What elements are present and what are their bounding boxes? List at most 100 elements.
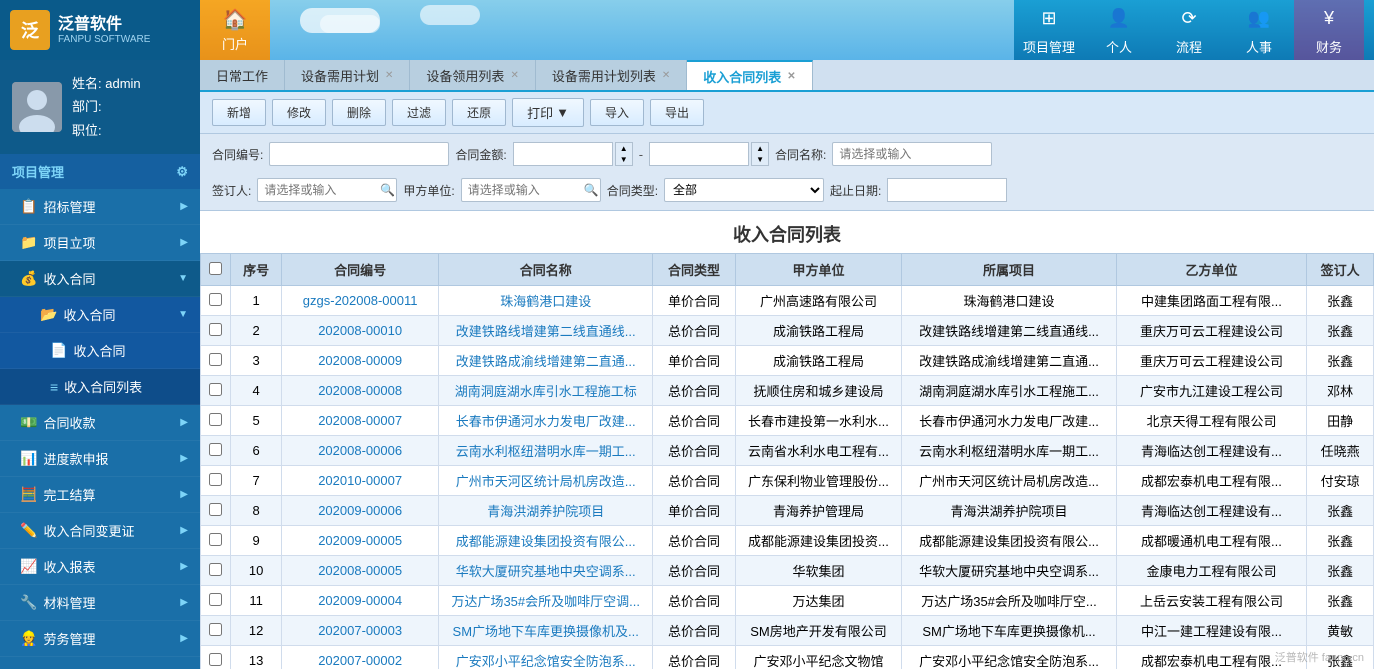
sidebar-item-income-contract-list[interactable]: ≡ 收入合同列表 xyxy=(0,369,200,405)
cell-no[interactable]: 202008-00007 xyxy=(282,406,439,436)
party-a-input[interactable] xyxy=(461,178,601,202)
settings-icon[interactable]: ⚙ xyxy=(176,164,188,180)
nav-home-button[interactable]: 🏠 门户 xyxy=(200,0,270,60)
cell-name[interactable]: 改建铁路线增建第二线直通线... xyxy=(439,316,653,346)
edit-button[interactable]: 修改 xyxy=(272,99,326,126)
sidebar-item-material-mgmt[interactable]: 🔧 材料管理 ▶ xyxy=(0,585,200,621)
tab-daily[interactable]: 日常工作 xyxy=(200,60,285,90)
spin-down-2[interactable]: ▼ xyxy=(752,154,768,165)
filter-button[interactable]: 过滤 xyxy=(392,99,446,126)
row-checkbox[interactable] xyxy=(209,533,222,546)
cell-name[interactable]: 广州市天河区统计局机房改造... xyxy=(439,466,653,496)
table-row[interactable]: 8 202009-00006 青海洪湖养护院项目 单价合同 青海养护管理局 青海… xyxy=(201,496,1374,526)
print-button[interactable]: 打印 ▼ xyxy=(512,98,584,127)
sidebar-item-contract-collection[interactable]: 💵 合同收款 ▶ xyxy=(0,405,200,441)
row-checkbox[interactable] xyxy=(209,443,222,456)
table-row[interactable]: 6 202008-00006 云南水利枢纽潜明水库一期工... 总价合同 云南省… xyxy=(201,436,1374,466)
signer-search-button[interactable]: 🔍 xyxy=(380,183,395,197)
nav-hr[interactable]: 👥 人事 xyxy=(1224,0,1294,60)
delete-button[interactable]: 删除 xyxy=(332,99,386,126)
table-row[interactable]: 12 202007-00003 SM广场地下车库更换摄像机及... 总价合同 S… xyxy=(201,616,1374,646)
table-row[interactable]: 11 202009-00004 万达广场35#会所及咖啡厅空调... 总价合同 … xyxy=(201,586,1374,616)
cell-name[interactable]: 湖南洞庭湖水库引水工程施工标 xyxy=(439,376,653,406)
signer-input[interactable] xyxy=(257,178,397,202)
header-checkbox[interactable] xyxy=(209,262,222,275)
amount-from-input[interactable] xyxy=(513,142,613,166)
row-checkbox[interactable] xyxy=(209,413,222,426)
sidebar-section-header[interactable]: 项目管理 ⚙ xyxy=(0,154,200,189)
cell-name[interactable]: 广安邓小平纪念馆安全防泡系... xyxy=(439,646,653,669)
contract-no-input[interactable] xyxy=(269,142,449,166)
row-checkbox[interactable] xyxy=(209,473,222,486)
sidebar-item-project-setup[interactable]: 📁 项目立项 ▶ xyxy=(0,225,200,261)
cell-name[interactable]: 万达广场35#会所及咖啡厅空调... xyxy=(439,586,653,616)
tab-equipment-plan[interactable]: 设备需用计划 ✕ xyxy=(285,60,410,90)
sidebar-item-progress-claim[interactable]: 📊 进度款申报 ▶ xyxy=(0,441,200,477)
table-row[interactable]: 9 202009-00005 成都能源建设集团投资有限公... 总价合同 成都能… xyxy=(201,526,1374,556)
cell-no[interactable]: gzgs-202008-00011 xyxy=(282,286,439,316)
cell-no[interactable]: 202007-00002 xyxy=(282,646,439,669)
cell-name[interactable]: 云南水利枢纽潜明水库一期工... xyxy=(439,436,653,466)
cell-no[interactable]: 202010-00007 xyxy=(282,466,439,496)
export-button[interactable]: 导出 xyxy=(650,99,704,126)
row-checkbox[interactable] xyxy=(209,323,222,336)
sidebar-item-final-account[interactable]: 🧮 完工结算 ▶ xyxy=(0,477,200,513)
sidebar-item-income-contract-sub1[interactable]: 📂 收入合同 ▼ xyxy=(0,297,200,333)
sidebar-item-labor-mgmt[interactable]: 👷 劳务管理 ▶ xyxy=(0,621,200,657)
restore-button[interactable]: 还原 xyxy=(452,99,506,126)
cell-no[interactable]: 202009-00006 xyxy=(282,496,439,526)
amount-to-input[interactable] xyxy=(649,142,749,166)
tab-income-contract-list[interactable]: 收入合同列表 ✕ xyxy=(687,60,812,90)
spin-up-2[interactable]: ▲ xyxy=(752,143,768,154)
row-checkbox[interactable] xyxy=(209,653,222,666)
row-checkbox[interactable] xyxy=(209,593,222,606)
row-checkbox[interactable] xyxy=(209,503,222,516)
sidebar-item-income-report[interactable]: 📈 收入报表 ▶ xyxy=(0,549,200,585)
tab-equipment-claim-close[interactable]: ✕ xyxy=(510,70,518,81)
contract-name-input[interactable] xyxy=(832,142,992,166)
tab-equipment-plan-list[interactable]: 设备需用计划列表 ✕ xyxy=(536,60,687,90)
cell-name[interactable]: 华软大厦研究基地中央空调系... xyxy=(439,556,653,586)
table-row[interactable]: 7 202010-00007 广州市天河区统计局机房改造... 总价合同 广东保… xyxy=(201,466,1374,496)
sidebar-item-contract-change[interactable]: ✏️ 收入合同变更证 ▶ xyxy=(0,513,200,549)
cell-name[interactable]: 成都能源建设集团投资有限公... xyxy=(439,526,653,556)
table-row[interactable]: 2 202008-00010 改建铁路线增建第二线直通线... 总价合同 成渝铁… xyxy=(201,316,1374,346)
cell-name[interactable]: 改建铁路成渝线增建第二直通... xyxy=(439,346,653,376)
cell-no[interactable]: 202008-00006 xyxy=(282,436,439,466)
cell-no[interactable]: 202007-00003 xyxy=(282,616,439,646)
tab-equipment-plan-list-close[interactable]: ✕ xyxy=(662,70,670,81)
cell-no[interactable]: 202008-00005 xyxy=(282,556,439,586)
row-checkbox[interactable] xyxy=(209,383,222,396)
party-a-search-button[interactable]: 🔍 xyxy=(584,183,599,197)
tab-income-contract-list-close[interactable]: ✕ xyxy=(787,71,795,82)
cell-no[interactable]: 202008-00009 xyxy=(282,346,439,376)
nav-project[interactable]: ⊞ 项目管理 xyxy=(1014,0,1084,60)
row-checkbox[interactable] xyxy=(209,353,222,366)
cell-no[interactable]: 202009-00005 xyxy=(282,526,439,556)
nav-flow[interactable]: ⟳ 流程 xyxy=(1154,0,1224,60)
add-button[interactable]: 新增 xyxy=(212,99,266,126)
contract-type-select[interactable]: 全部 单价合同 总价合同 xyxy=(664,178,824,202)
table-row[interactable]: 3 202008-00009 改建铁路成渝线增建第二直通... 单价合同 成渝铁… xyxy=(201,346,1374,376)
cell-no[interactable]: 202009-00004 xyxy=(282,586,439,616)
cell-no[interactable]: 202008-00010 xyxy=(282,316,439,346)
row-checkbox[interactable] xyxy=(209,293,222,306)
table-row[interactable]: 13 202007-00002 广安邓小平纪念馆安全防泡系... 总价合同 广安… xyxy=(201,646,1374,669)
cell-name[interactable]: 珠海鹤港口建设 xyxy=(439,286,653,316)
import-button[interactable]: 导入 xyxy=(590,99,644,126)
tab-equipment-plan-close[interactable]: ✕ xyxy=(385,70,393,81)
cell-name[interactable]: SM广场地下车库更换摄像机及... xyxy=(439,616,653,646)
spin-up[interactable]: ▲ xyxy=(616,143,632,154)
nav-personal[interactable]: 👤 个人 xyxy=(1084,0,1154,60)
nav-finance[interactable]: ¥ 财务 xyxy=(1294,0,1364,60)
cell-no[interactable]: 202008-00008 xyxy=(282,376,439,406)
row-checkbox[interactable] xyxy=(209,623,222,636)
table-row[interactable]: 5 202008-00007 长春市伊通河水力发电厂改建... 总价合同 长春市… xyxy=(201,406,1374,436)
table-row[interactable]: 4 202008-00008 湖南洞庭湖水库引水工程施工标 总价合同 抚顺住房和… xyxy=(201,376,1374,406)
sidebar-item-bidding[interactable]: 📋 招标管理 ▶ xyxy=(0,189,200,225)
table-row[interactable]: 10 202008-00005 华软大厦研究基地中央空调系... 总价合同 华软… xyxy=(201,556,1374,586)
date-input[interactable] xyxy=(887,178,1007,202)
sidebar-item-income-contract[interactable]: 💰 收入合同 ▼ xyxy=(0,261,200,297)
cell-name[interactable]: 青海洪湖养护院项目 xyxy=(439,496,653,526)
cell-name[interactable]: 长春市伊通河水力发电厂改建... xyxy=(439,406,653,436)
